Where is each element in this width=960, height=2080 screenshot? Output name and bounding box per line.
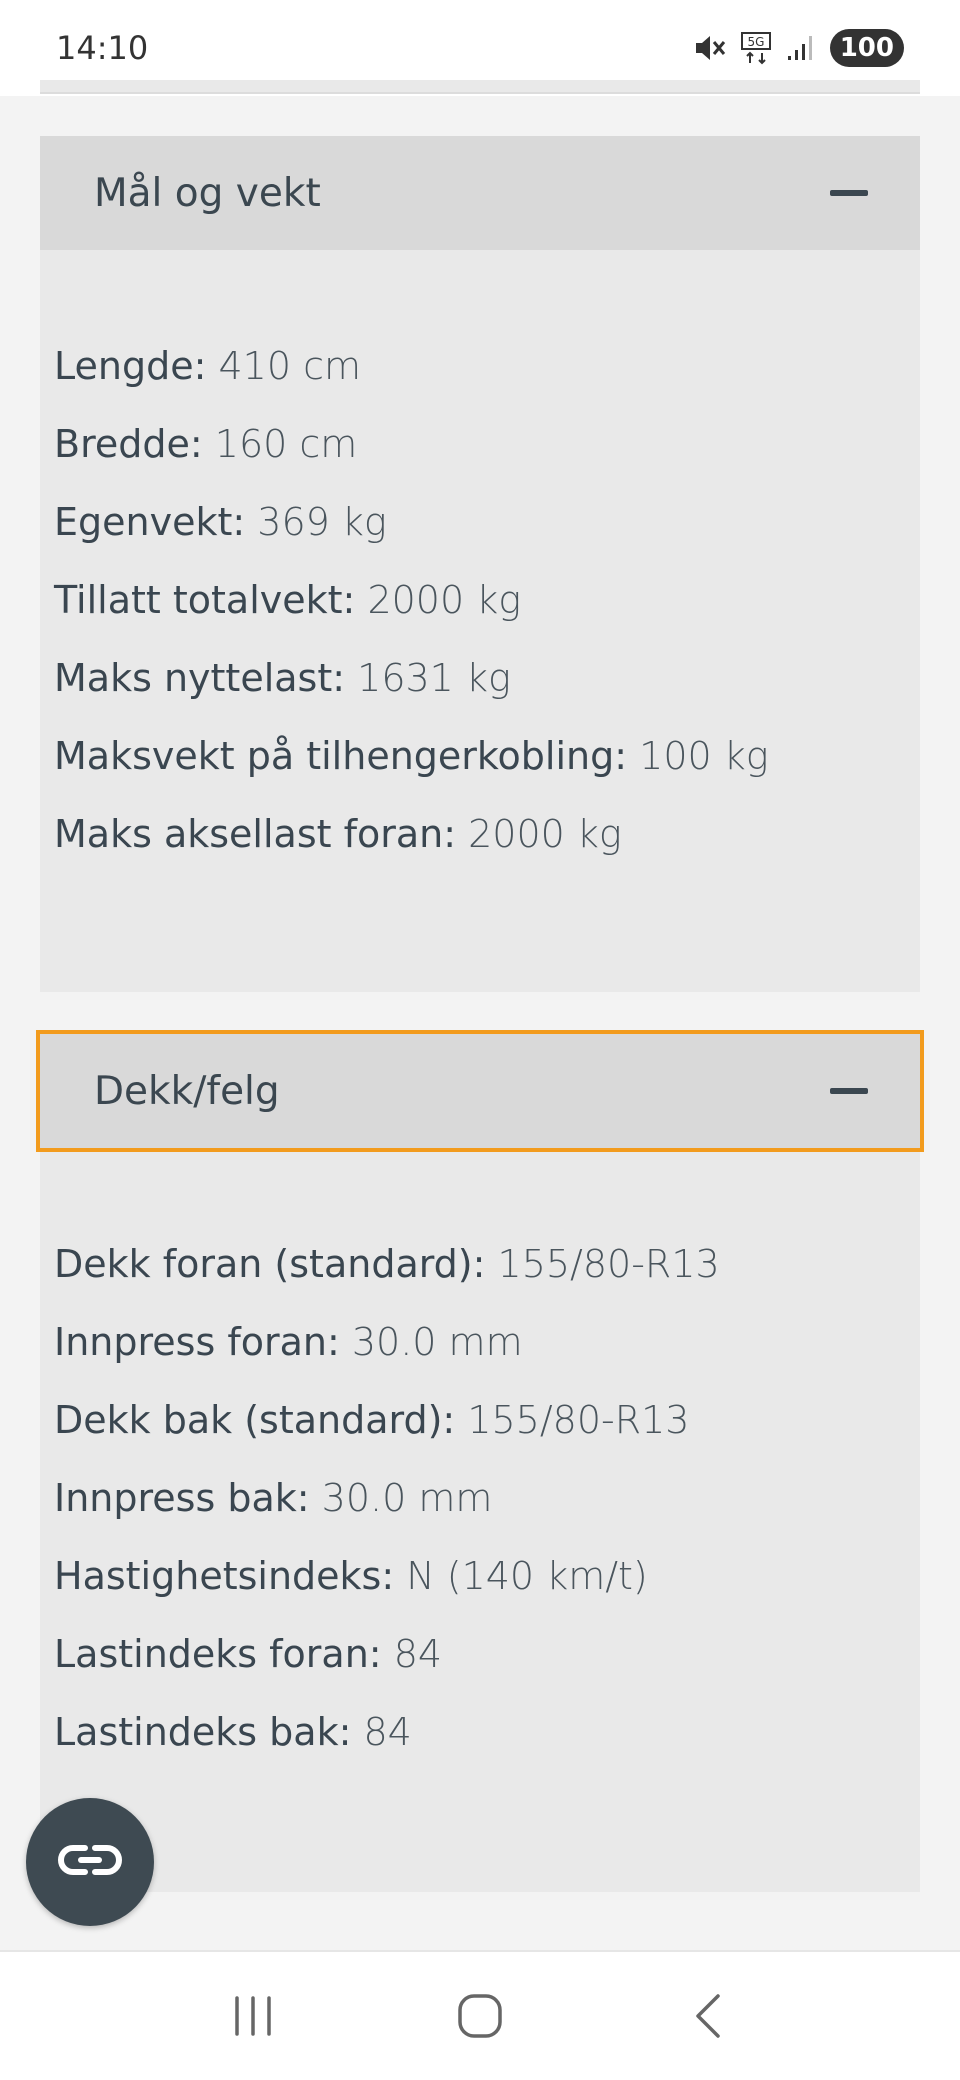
link-icon (55, 1840, 125, 1884)
spec-value: 84 (393, 1632, 443, 1676)
mute-icon (692, 33, 726, 63)
home-button[interactable] (440, 1976, 520, 2056)
spec-label: Lengde: (54, 344, 207, 388)
spec-row: Maks aksellast foran: 2000 kg (54, 812, 622, 856)
section-title: Dekk/felg (94, 1068, 280, 1114)
spec-label: Innpress bak: (54, 1476, 310, 1520)
spec-value: 30.0 mm (321, 1476, 493, 1520)
battery-indicator: 100 (829, 29, 904, 67)
section-header-dekk-felg[interactable]: Dekk/felg (36, 1030, 924, 1152)
spec-value: 1631 kg (357, 656, 511, 700)
spec-value: N (140 km/t) (406, 1554, 648, 1598)
spec-row: Bredde: 160 cm (54, 422, 357, 466)
spec-label: Hastighetsindeks: (54, 1554, 395, 1598)
minus-icon[interactable] (830, 190, 868, 196)
spec-row: Maks nyttelast: 1631 kg (54, 656, 511, 700)
spec-label: Bredde: (54, 422, 203, 466)
recent-apps-icon (235, 1996, 272, 2036)
link-button[interactable] (26, 1798, 154, 1926)
spec-label: Tillatt totalvekt: (54, 578, 356, 622)
back-button[interactable] (667, 1976, 747, 2056)
spec-row: Innpress bak: 30.0 mm (54, 1476, 492, 1520)
spec-label: Egenvekt: (54, 500, 246, 544)
spec-row: Egenvekt: 369 kg (54, 500, 387, 544)
spec-value: 84 (363, 1710, 412, 1754)
system-nav-bar (0, 1950, 960, 2080)
section-title: Mål og vekt (94, 170, 321, 216)
spec-label: Dekk foran (standard): (54, 1242, 486, 1286)
spec-label: Lastindeks foran: (54, 1632, 382, 1676)
spec-value: 160 cm (214, 422, 358, 466)
status-icons: 5G 100 (692, 29, 904, 67)
status-time: 14:10 (56, 29, 149, 67)
spec-value: 410 cm (218, 344, 362, 388)
spec-row: Lastindeks foran: 84 (54, 1632, 442, 1676)
5g-icon: 5G (740, 31, 772, 65)
spec-value: 30.0 mm (351, 1320, 523, 1364)
previous-section-bottom (40, 80, 920, 94)
spec-row: Dekk foran (standard): 155/80-R13 (54, 1242, 720, 1286)
home-icon (458, 1994, 502, 2038)
spec-label: Maks nyttelast: (54, 656, 346, 700)
spec-value: 155/80-R13 (497, 1242, 720, 1286)
spec-label: Innpress foran: (54, 1320, 340, 1364)
spec-value: 369 kg (257, 500, 387, 544)
section-header-mal-og-vekt[interactable]: Mål og vekt (40, 136, 920, 250)
spec-row: Lengde: 410 cm (54, 344, 361, 388)
svg-text:5G: 5G (747, 35, 764, 49)
spec-row: Lastindeks bak: 84 (54, 1710, 412, 1754)
minus-icon[interactable] (830, 1088, 868, 1094)
back-icon (695, 1994, 720, 2038)
spec-row: Maksvekt på tilhengerkobling: 100 kg (54, 734, 769, 778)
spec-row: Tillatt totalvekt: 2000 kg (54, 578, 521, 622)
signal-icon (786, 34, 816, 62)
spec-row: Innpress foran: 30.0 mm (54, 1320, 523, 1364)
recent-apps-button[interactable] (213, 1976, 293, 2056)
spec-value: 155/80-R13 (467, 1398, 690, 1442)
spec-value: 2000 kg (367, 578, 522, 622)
spec-label: Dekk bak (standard): (54, 1398, 456, 1442)
spec-label: Maks aksellast foran: (54, 812, 457, 856)
spec-row: Hastighetsindeks: N (140 km/t) (54, 1554, 648, 1598)
spec-label: Maksvekt på tilhengerkobling: (54, 734, 628, 778)
spec-row: Dekk bak (standard): 155/80-R13 (54, 1398, 689, 1442)
spec-label: Lastindeks bak: (54, 1710, 352, 1754)
spec-value: 2000 kg (468, 812, 622, 856)
spec-value: 100 kg (639, 734, 769, 778)
